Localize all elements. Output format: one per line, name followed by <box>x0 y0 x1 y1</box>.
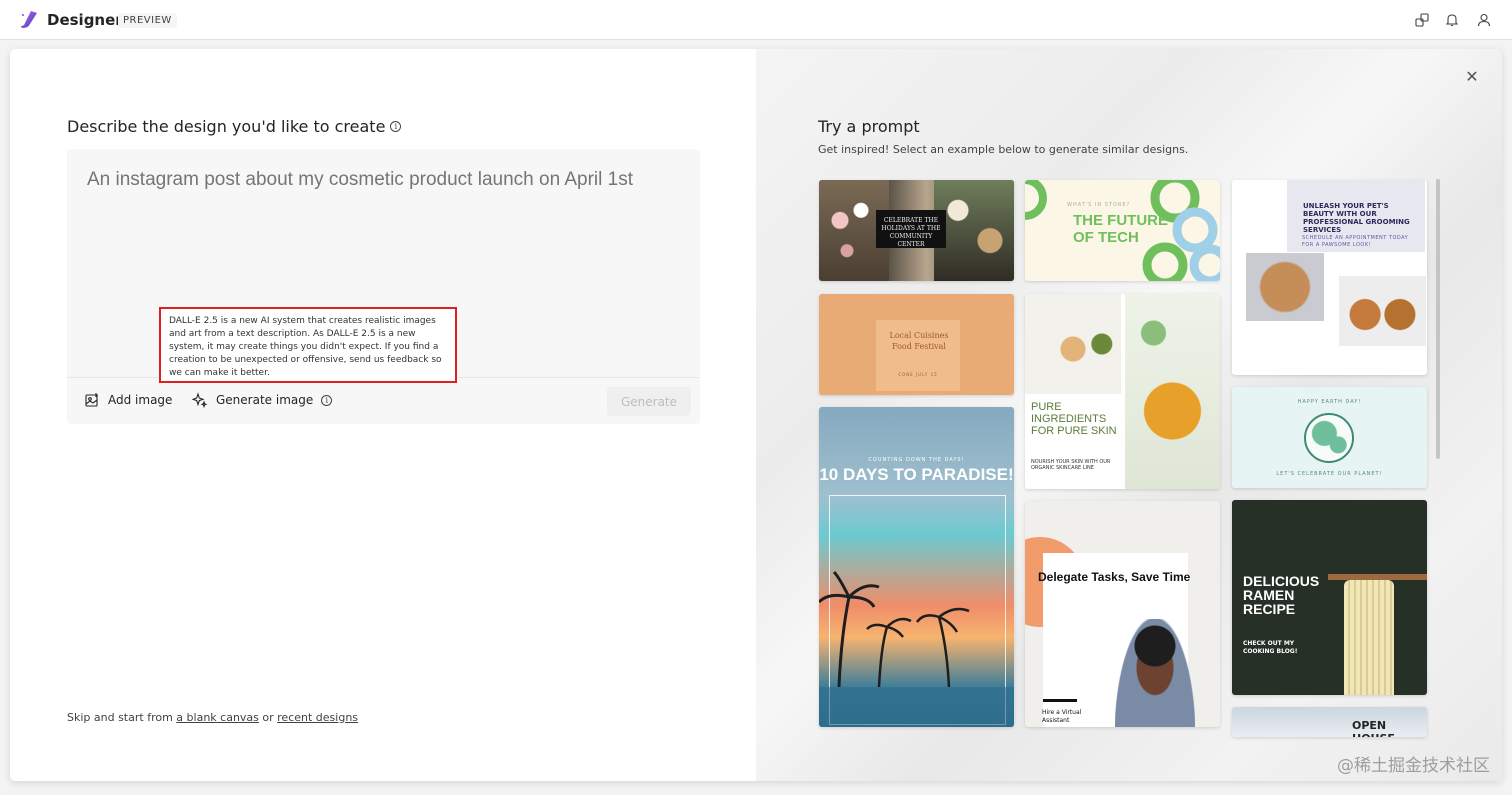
cuisine-title: Local Cuisines Food Festival <box>889 331 949 351</box>
noodles-image <box>1344 580 1394 695</box>
preview-badge: PREVIEW <box>118 13 177 28</box>
dogs-image <box>1339 276 1426 346</box>
globe-icon <box>1304 413 1354 463</box>
ingredients-subtitle: NOURISH YOUR SKIN WITH OUR ORGANIC SKINC… <box>1031 459 1111 471</box>
add-image-button[interactable]: Add image <box>84 392 172 408</box>
close-icon[interactable]: ✕ <box>1464 69 1480 85</box>
ramen-subtitle: CHECK OUT MY COOKING BLOG! <box>1243 640 1298 655</box>
top-bar: Designer PREVIEW <box>0 0 1512 40</box>
earth-footer-text: LET'S CELEBRATE OUR PLANET! <box>1276 471 1383 477</box>
prompt-card-future-of-tech[interactable]: WHAT'S IN STORE? THE FUTURE OF TECH <box>1025 180 1220 281</box>
pets-subtitle: SCHEDULE AN APPOINTMENT TODAY FOR A PAWS… <box>1302 235 1409 248</box>
prompt-input[interactable] <box>87 169 687 235</box>
add-image-icon <box>85 393 98 407</box>
prompt-card-delegate-tasks[interactable]: Delegate Tasks, Save Time Hire a Virtual… <box>1025 501 1220 727</box>
describe-heading: Describe the design you'd like to create… <box>67 117 402 136</box>
table-image <box>934 180 1014 281</box>
try-prompt-panel: ✕ Try a prompt Get inspired! Select an e… <box>756 49 1502 781</box>
watermark: @稀土掘金技术社区 <box>1337 756 1490 776</box>
palm-trees-graphic <box>819 570 1014 727</box>
skincare-image <box>1025 294 1121 394</box>
generate-button[interactable]: Generate <box>607 387 691 416</box>
info-icon[interactable]: i <box>390 121 402 132</box>
delegate-title: Delegate Tasks, Save Time <box>1038 570 1191 584</box>
notification-icon[interactable] <box>1440 8 1464 32</box>
ingredients-title: PURE INGREDIENTS FOR PURE SKIN <box>1031 401 1117 437</box>
prompt-card-ramen[interactable]: DELICIOUS RAMEN RECIPE CHECK OUT MY COOK… <box>1232 500 1427 695</box>
skip-line: Skip and start from a blank canvas or re… <box>67 711 358 724</box>
app-title: Designer <box>47 11 123 29</box>
account-icon[interactable] <box>1472 8 1496 32</box>
share-icon[interactable] <box>1410 8 1434 32</box>
designer-logo-icon[interactable] <box>18 9 40 31</box>
add-image-label: Add image <box>108 393 173 407</box>
sparkle-icon <box>192 392 208 408</box>
ramen-title: DELICIOUS RAMEN RECIPE <box>1243 573 1320 617</box>
delegate-subtitle: Hire a Virtual Assistant <box>1042 709 1082 724</box>
honey-image <box>1125 294 1220 489</box>
describe-title: Describe the design you'd like to create <box>67 117 386 136</box>
create-design-dialog: Describe the design you'd like to create… <box>10 49 1502 781</box>
cuisine-date: CONE JULY 15 <box>898 372 938 377</box>
assistant-image <box>1115 619 1195 727</box>
dalle-tooltip: DALL-E 2.5 is a new AI system that creat… <box>159 307 457 383</box>
earth-small-text: HAPPY EARTH DAY! <box>1297 399 1362 405</box>
prompt-card-holidays[interactable]: CELEBRATE THE HOLIDAYS AT THE COMMUNITY … <box>819 180 1014 281</box>
prompt-card-open-house[interactable]: OPEN HOUSE <box>1232 707 1427 737</box>
prompt-card-food-festival[interactable]: Local Cuisines Food Festival CONE JULY 1… <box>819 294 1014 395</box>
prompt-card-paradise[interactable]: COUNTING DOWN THE DAYS! 10 DAYS TO PARAD… <box>819 407 1014 727</box>
cards-scrollbar[interactable] <box>1436 179 1440 459</box>
skip-middle: or <box>258 711 278 724</box>
chopsticks-image <box>1328 574 1427 580</box>
generate-image-button[interactable]: Generate image i <box>192 392 333 408</box>
prompt-card-pure-ingredients[interactable]: PURE INGREDIENTS FOR PURE SKIN NOURISH Y… <box>1025 294 1220 489</box>
generate-image-label: Generate image <box>216 393 314 407</box>
tech-big-text: THE FUTURE OF TECH <box>1073 212 1168 246</box>
pets-title: UNLEASH YOUR PET'S BEAUTY WITH OUR PROFE… <box>1303 202 1410 234</box>
dog-image <box>1246 253 1324 321</box>
paradise-small-text: COUNTING DOWN THE DAYS! <box>868 457 965 463</box>
skip-prefix: Skip and start from <box>67 711 177 724</box>
try-prompt-subtitle: Get inspired! Select an example below to… <box>818 143 1189 156</box>
blank-canvas-link[interactable]: a blank canvas <box>176 711 259 724</box>
open-house-text: OPEN HOUSE <box>1352 719 1395 737</box>
prompt-card-earth-day[interactable]: HAPPY EARTH DAY! LET'S CELEBRATE OUR PLA… <box>1232 387 1427 488</box>
prompt-toolbar: Add image Generate image i Generate <box>67 377 700 424</box>
paradise-big-text: 10 DAYS TO PARADISE! <box>819 465 1014 484</box>
generate-info-icon[interactable]: i <box>321 394 333 406</box>
describe-panel: Describe the design you'd like to create… <box>10 49 756 781</box>
recent-designs-link[interactable]: recent designs <box>277 711 358 724</box>
divider <box>1043 699 1077 702</box>
prompt-card-pet-grooming[interactable]: UNLEASH YOUR PET'S BEAUTY WITH OUR PROFE… <box>1232 180 1427 375</box>
tech-small-text: WHAT'S IN STORE? <box>1067 202 1131 208</box>
try-prompt-title: Try a prompt <box>818 117 920 136</box>
holidays-text: CELEBRATE THE HOLIDAYS AT THE COMMUNITY … <box>876 210 946 248</box>
